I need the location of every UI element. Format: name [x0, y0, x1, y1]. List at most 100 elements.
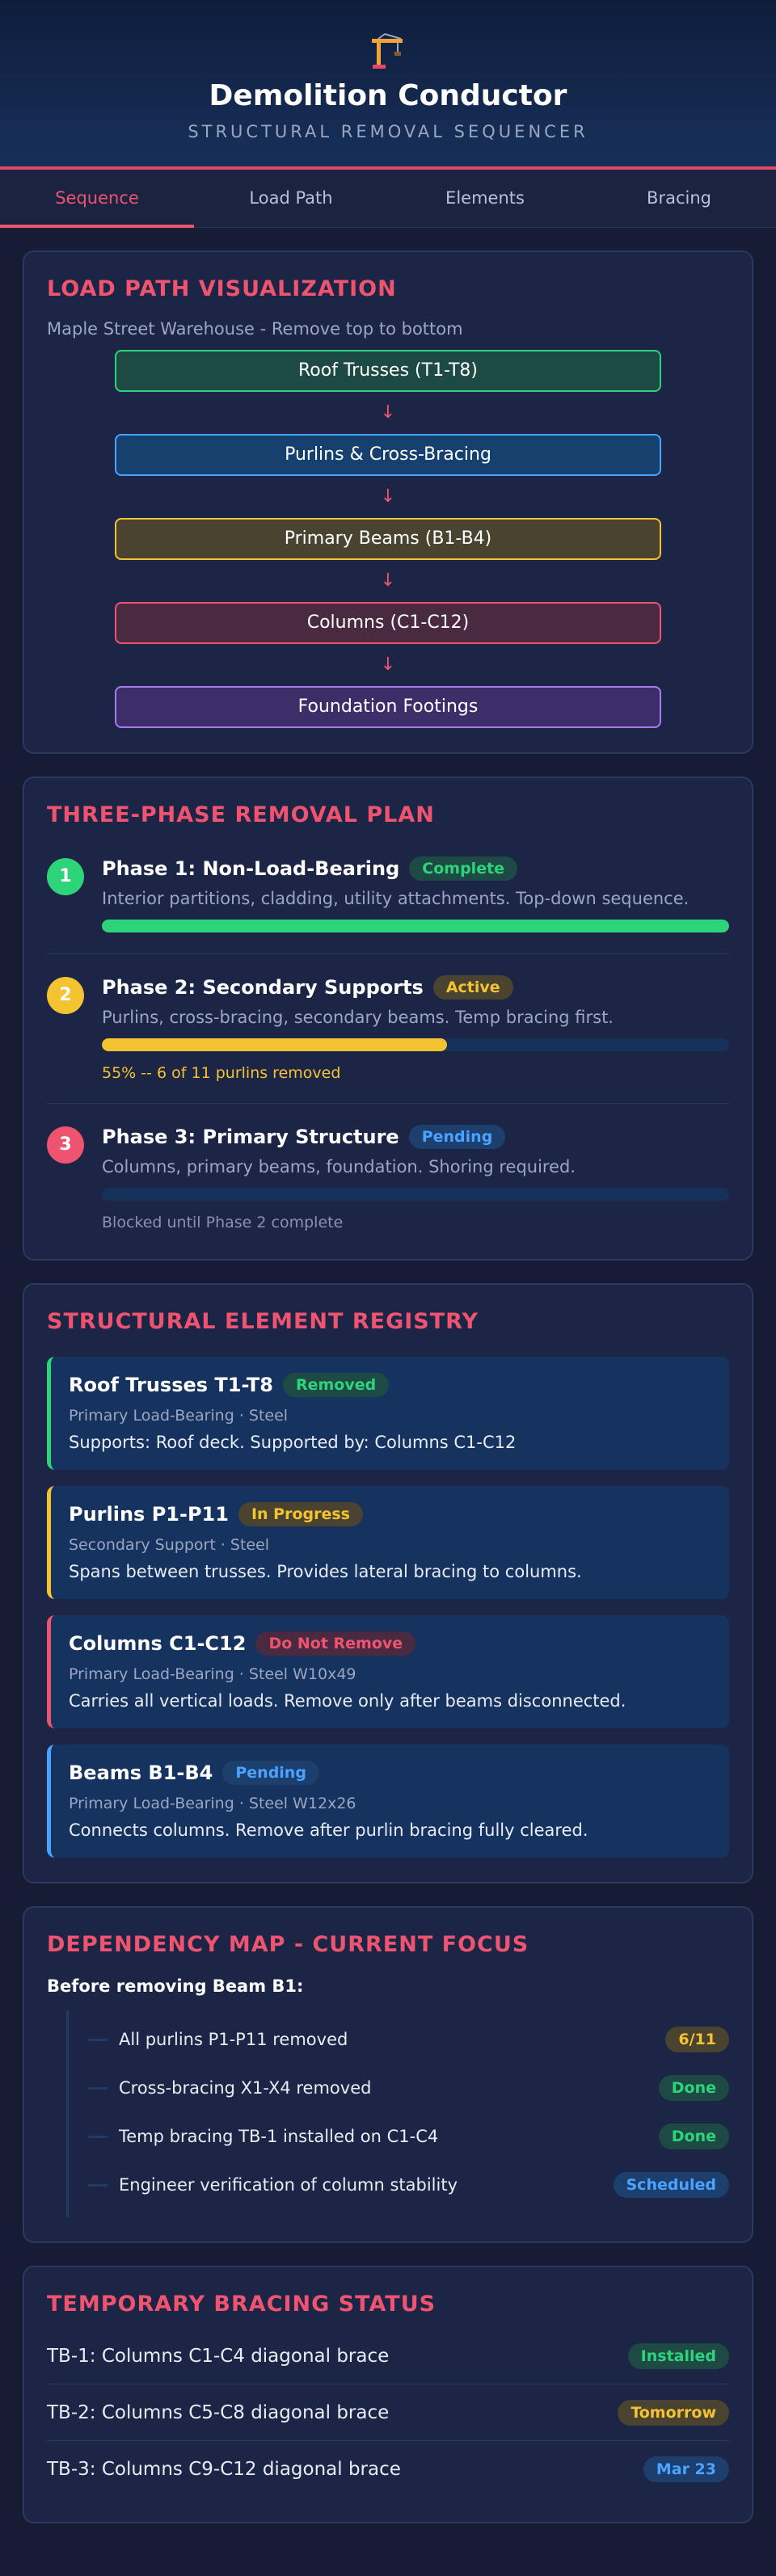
bracing-text: TB-3: Columns C9-C12 diagonal brace [47, 2459, 401, 2480]
tab-bracing[interactable]: Bracing [582, 170, 776, 227]
status-badge: Do Not Remove [255, 1631, 416, 1656]
tab-sequence[interactable]: Sequence [0, 170, 194, 228]
element-card[interactable]: Beams B1-B4 Pending Primary Load-Bearing ·… [47, 1745, 729, 1858]
app-header: Demolition Conductor STRUCTURAL REMOVAL … [0, 0, 776, 170]
connector-line [88, 2135, 108, 2138]
dependency-list: All purlins P1-P11 removed 6/11 Cross-brac… [66, 2010, 729, 2217]
progress-bar [102, 1188, 729, 1201]
connector-line [88, 2086, 108, 2090]
status-badge: Removed [282, 1373, 390, 1397]
phase-description: Interior partitions, cladding, utility a… [102, 889, 690, 908]
load-path-level[interactable]: Purlins & Cross-Bracing [115, 434, 661, 476]
element-header: Roof Trusses T1-T8 Removed [69, 1373, 713, 1397]
element-list: Roof Trusses T1-T8 Removed Primary Load-Be… [47, 1357, 729, 1858]
element-name: Columns C1-C12 [69, 1632, 247, 1655]
dependency-text: Cross-bracing X1-X4 removed [119, 2078, 372, 2098]
phase-item: 1 Phase 1: Non-Load-Bearing Complete Interi… [47, 836, 729, 954]
element-header: Beams B1-B4 Pending [69, 1761, 713, 1785]
element-card[interactable]: Purlins P1-P11 In Progress Secondary Suppo… [47, 1486, 729, 1599]
app-title: Demolition Conductor [209, 79, 567, 112]
phase-body: Phase 1: Non-Load-Bearing Complete Interio… [102, 857, 729, 932]
dependency-item: Cross-bracing X1-X4 removed Done [69, 2064, 729, 2112]
phase-name: Phase 3: Primary Structure [102, 1126, 399, 1148]
element-meta: Primary Load-Bearing · Steel W10x49 [69, 1665, 356, 1683]
load-path-title: LOAD PATH VISUALIZATION [47, 276, 397, 301]
element-description: Connects columns. Remove after purlin br… [69, 1820, 588, 1840]
phase-list: 1 Phase 1: Non-Load-Bearing Complete Interi… [47, 836, 729, 1235]
phase-name: Phase 1: Non-Load-Bearing [102, 857, 400, 880]
status-badge: 6/11 [665, 2027, 729, 2052]
bracing-card: TEMPORARY BRACING STATUS TB-1: Columns C… [23, 2266, 753, 2523]
phase-number: 2 [47, 977, 84, 1014]
bracing-text: TB-1: Columns C1-C4 diagonal brace [47, 2345, 390, 2367]
element-description: Spans between trusses. Provides lateral … [69, 1562, 582, 1581]
dependency-text: Temp bracing TB-1 installed on C1-C4 [119, 2127, 439, 2146]
dependency-item: Engineer verification of column stabilit… [69, 2161, 729, 2209]
phase-name: Phase 2: Secondary Supports [102, 976, 424, 999]
dependency-item: Temp bracing TB-1 installed on C1-C4 Done [69, 2112, 729, 2161]
phase-description: Columns, primary beams, foundation. Shor… [102, 1157, 576, 1176]
element-name: Beams B1-B4 [69, 1762, 213, 1784]
tab-load-path[interactable]: Load Path [194, 170, 388, 227]
status-badge: Mar 23 [643, 2456, 729, 2482]
status-badge: Done [658, 2075, 729, 2101]
phase-number: 3 [47, 1126, 84, 1164]
phase-header: Phase 1: Non-Load-Bearing Complete [102, 857, 729, 881]
element-description: Carries all vertical loads. Remove only … [69, 1691, 626, 1711]
dependency-item: All purlins P1-P11 removed 6/11 [69, 2015, 729, 2064]
element-name: Roof Trusses T1-T8 [69, 1374, 273, 1396]
phase-header: Phase 2: Secondary Supports Active [102, 975, 729, 1000]
phase-note: Blocked until Phase 2 complete [102, 1214, 344, 1231]
crane-icon [372, 33, 403, 69]
phase-description: Purlins, cross-bracing, secondary beams.… [102, 1008, 614, 1027]
element-header: Columns C1-C12 Do Not Remove [69, 1631, 713, 1656]
bracing-text: TB-2: Columns C5-C8 diagonal brace [47, 2401, 390, 2423]
element-meta: Primary Load-Bearing · Steel [69, 1407, 289, 1425]
bracing-item: TB-3: Columns C9-C12 diagonal brace Mar 2… [47, 2441, 729, 2498]
status-badge: Active [432, 975, 513, 1000]
status-badge: Done [658, 2124, 729, 2149]
status-badge: Pending [408, 1125, 506, 1149]
tab-bar: Sequence Load Path Elements Bracing [0, 170, 776, 228]
load-path-diagram: Roof Trusses (T1-T8) ↓ Purlins & Cross-Bra… [47, 350, 729, 728]
progress-bar [102, 920, 729, 932]
status-badge: Installed [627, 2342, 729, 2369]
down-arrow-icon: ↓ [380, 570, 396, 591]
dependency-text: Engineer verification of column stabilit… [119, 2175, 458, 2195]
element-registry-card: STRUCTURAL ELEMENT REGISTRY Roof Trusses… [23, 1283, 753, 1884]
connector-line [88, 2183, 108, 2187]
element-card[interactable]: Roof Trusses T1-T8 Removed Primary Load-Be… [47, 1357, 729, 1470]
load-path-card: LOAD PATH VISUALIZATION Maple Street War… [23, 250, 753, 754]
dependency-label: Before removing Beam B1: [47, 1976, 304, 1996]
load-path-level[interactable]: Roof Trusses (T1-T8) [115, 350, 661, 392]
down-arrow-icon: ↓ [380, 655, 396, 675]
load-path-level[interactable]: Columns (C1-C12) [115, 602, 661, 644]
phase-note: 55% -- 6 of 11 purlins removed [102, 1064, 341, 1082]
load-path-level[interactable]: Primary Beams (B1-B4) [115, 518, 661, 560]
progress-bar [102, 1038, 729, 1051]
bracing-item: TB-1: Columns C1-C4 diagonal brace Instal… [47, 2328, 729, 2384]
phase-item: 3 Phase 3: Primary Structure Pending Column… [47, 1104, 729, 1235]
app-subtitle: STRUCTURAL REMOVAL SEQUENCER [188, 122, 588, 141]
phase-body: Phase 2: Secondary Supports Active Purlins… [102, 975, 729, 1082]
dependency-card: DEPENDENCY MAP - CURRENT FOCUS Before re… [23, 1906, 753, 2243]
status-badge: Pending [222, 1761, 319, 1785]
bracing-title: TEMPORARY BRACING STATUS [47, 2292, 436, 2317]
tab-elements[interactable]: Elements [388, 170, 582, 227]
removal-plan-title: THREE-PHASE REMOVAL PLAN [47, 802, 435, 827]
status-badge: Complete [409, 857, 518, 881]
progress-fill [102, 1038, 447, 1051]
dependency-text: All purlins P1-P11 removed [119, 2030, 348, 2049]
down-arrow-icon: ↓ [380, 402, 396, 423]
dependency-title: DEPENDENCY MAP - CURRENT FOCUS [47, 1932, 529, 1957]
load-path-level[interactable]: Foundation Footings [115, 686, 661, 728]
removal-plan-card: THREE-PHASE REMOVAL PLAN 1 Phase 1: Non-L… [23, 777, 753, 1261]
element-header: Purlins P1-P11 In Progress [69, 1502, 713, 1526]
phase-number: 1 [47, 858, 84, 895]
element-registry-title: STRUCTURAL ELEMENT REGISTRY [47, 1309, 479, 1334]
connector-line [88, 2038, 108, 2041]
status-badge: In Progress [238, 1502, 363, 1526]
phase-item: 2 Phase 2: Secondary Supports Active Purlin… [47, 954, 729, 1104]
element-name: Purlins P1-P11 [69, 1503, 229, 1526]
element-card[interactable]: Columns C1-C12 Do Not Remove Primary Load-… [47, 1615, 729, 1728]
